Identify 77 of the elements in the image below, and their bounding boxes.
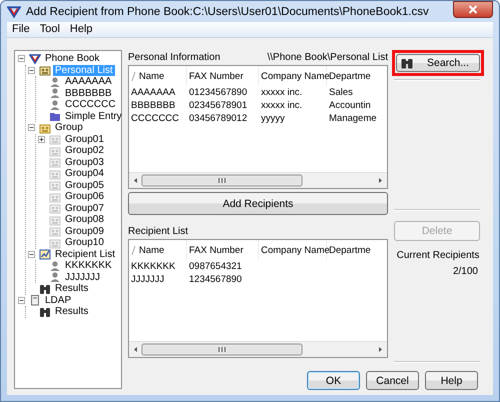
search-button[interactable]: Search... bbox=[396, 54, 480, 72]
table-cell-text: 0987654321 bbox=[188, 261, 243, 272]
tree-item[interactable]: Group08 bbox=[63, 214, 106, 226]
tree-item[interactable]: Group06 bbox=[63, 191, 106, 202]
tree-item[interactable]: JJJJJJJ bbox=[63, 272, 102, 283]
table-cell-text: Accountin bbox=[328, 100, 372, 111]
column-grip-icon bbox=[131, 246, 136, 254]
tree-item[interactable]: Results bbox=[53, 283, 90, 294]
binoculars-icon bbox=[401, 58, 413, 68]
section-label: Personal Information bbox=[128, 52, 220, 63]
tree-item[interactable]: Group03 bbox=[63, 156, 106, 168]
tree-item[interactable]: Results bbox=[53, 306, 90, 318]
column-header[interactable]: FAX Number bbox=[187, 240, 259, 260]
collapse-icon[interactable] bbox=[18, 296, 25, 304]
table-cell-text: JJJJJJJ bbox=[130, 274, 166, 285]
close-icon bbox=[468, 5, 478, 14]
table-cell-text: Sales bbox=[328, 87, 354, 98]
tree-item[interactable]: BBBBBBB bbox=[63, 88, 114, 99]
column-header[interactable]: Company Name bbox=[259, 240, 327, 260]
tree-item[interactable]: Recipient List bbox=[53, 248, 118, 260]
table-cell-text: BBBBBBB bbox=[130, 100, 176, 111]
table-cell-text: 02345678901 bbox=[188, 100, 248, 111]
tree-item[interactable]: Group09 bbox=[63, 226, 106, 237]
dialog-button[interactable]: OK bbox=[307, 371, 360, 390]
section-label: Recipient List bbox=[128, 226, 188, 237]
column-header[interactable]: Name bbox=[129, 240, 187, 260]
tree-item[interactable]: Group01 bbox=[63, 134, 106, 145]
table-cell-text: Manageme bbox=[328, 113, 378, 124]
collapse-icon[interactable] bbox=[28, 250, 35, 258]
tree-item[interactable]: CCCCCCC bbox=[63, 99, 118, 110]
tree-item[interactable]: Group07 bbox=[63, 202, 106, 214]
person-icon bbox=[49, 260, 61, 272]
tree-item[interactable]: Phone Book bbox=[43, 53, 102, 64]
tree-item[interactable]: KKKKKKK bbox=[63, 260, 114, 272]
column-header[interactable]: Name bbox=[129, 66, 187, 86]
horizontal-scrollbar[interactable] bbox=[129, 172, 387, 188]
current-recipients-label: Current Recipients bbox=[396, 250, 480, 261]
path-label: \\Phone Book\Personal List bbox=[267, 52, 388, 63]
tree-item[interactable]: Group04 bbox=[63, 168, 106, 180]
table-cell-text: 1234567890 bbox=[188, 274, 243, 285]
window-title: Add Recipient from Phone Book:C:\Users\User01\Documents\PhoneBook1.csv bbox=[26, 6, 430, 18]
tree-item[interactable]: LDAP bbox=[43, 294, 74, 306]
dialog-button[interactable]: Help bbox=[425, 371, 478, 390]
table-cell-text: 03456789012 bbox=[188, 113, 248, 124]
menu-item[interactable]: File bbox=[7, 22, 35, 37]
add-recipients-button[interactable]: Add Recipients bbox=[128, 192, 388, 215]
person-icon bbox=[49, 87, 61, 100]
menu-item[interactable]: Help bbox=[64, 22, 98, 37]
person-icon bbox=[49, 76, 61, 88]
column-header[interactable]: Company Name bbox=[259, 66, 327, 86]
app-icon bbox=[7, 4, 21, 18]
person-icon bbox=[49, 271, 61, 284]
collapse-icon[interactable] bbox=[28, 66, 35, 74]
menu-item[interactable]: Tool bbox=[34, 22, 65, 37]
person-icon bbox=[49, 98, 61, 111]
tree-item[interactable]: Group10 bbox=[63, 237, 106, 248]
close-button[interactable] bbox=[453, 1, 493, 18]
tree-item[interactable]: Simple Entry bbox=[63, 110, 124, 122]
table-cell-text: AAAAAAA bbox=[130, 87, 176, 98]
table-cell-text: xxxxx inc. bbox=[260, 100, 304, 111]
tree-item[interactable]: Group02 bbox=[63, 145, 106, 156]
horizontal-scrollbar[interactable] bbox=[129, 341, 387, 357]
table-cell-text: KKKKKKK bbox=[130, 261, 176, 272]
table-cell-text: xxxxx inc. bbox=[260, 87, 304, 98]
tree-item[interactable]: AAAAAAA bbox=[63, 76, 114, 88]
column-grip-icon bbox=[131, 72, 136, 80]
tree-item[interactable]: Group bbox=[53, 122, 85, 134]
table-cell-text: yyyyy bbox=[260, 113, 286, 124]
collapse-icon[interactable] bbox=[28, 124, 35, 132]
expand-icon[interactable] bbox=[38, 136, 45, 143]
table-cell-text: 01234567890 bbox=[188, 87, 248, 98]
recipient-count: 2/100 bbox=[452, 266, 478, 277]
tree-item[interactable]: Group05 bbox=[63, 180, 106, 191]
column-header[interactable]: FAX Number bbox=[187, 66, 259, 86]
table-cell-text: CCCCCCC bbox=[130, 113, 180, 124]
dialog-button[interactable]: Cancel bbox=[366, 371, 419, 390]
collapse-icon[interactable] bbox=[18, 55, 25, 62]
